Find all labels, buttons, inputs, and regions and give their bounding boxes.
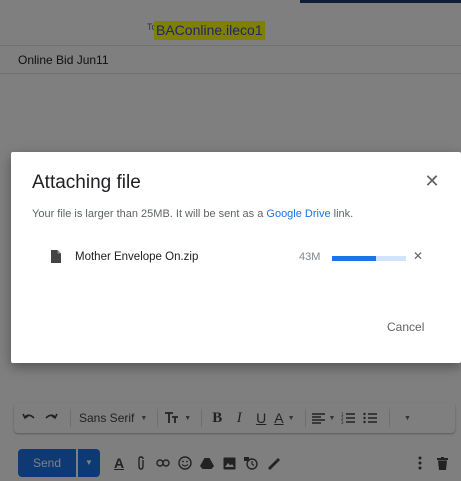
file-name: Mother Envelope On.zip [75, 251, 199, 263]
attaching-file-dialog: Attaching file ✕ Your file is larger tha… [11, 152, 461, 363]
message-prefix: Your file is larger than 25MB. It will b… [32, 208, 267, 220]
file-upload-row: Mother Envelope On.zip 43M ✕ [51, 248, 431, 270]
dialog-title: Attaching file [32, 172, 141, 193]
message-suffix: link. [330, 208, 354, 220]
upload-progress-fill [332, 256, 377, 261]
google-drive-link[interactable]: Google Drive [266, 208, 330, 220]
close-icon[interactable]: ✕ [421, 170, 443, 192]
cancel-button[interactable]: Cancel [387, 320, 424, 334]
dialog-message: Your file is larger than 25MB. It will b… [32, 208, 353, 220]
remove-file-icon[interactable]: ✕ [413, 249, 423, 263]
file-icon [51, 250, 61, 263]
file-size: 43M [299, 251, 321, 263]
upload-progress-bar [332, 256, 406, 261]
